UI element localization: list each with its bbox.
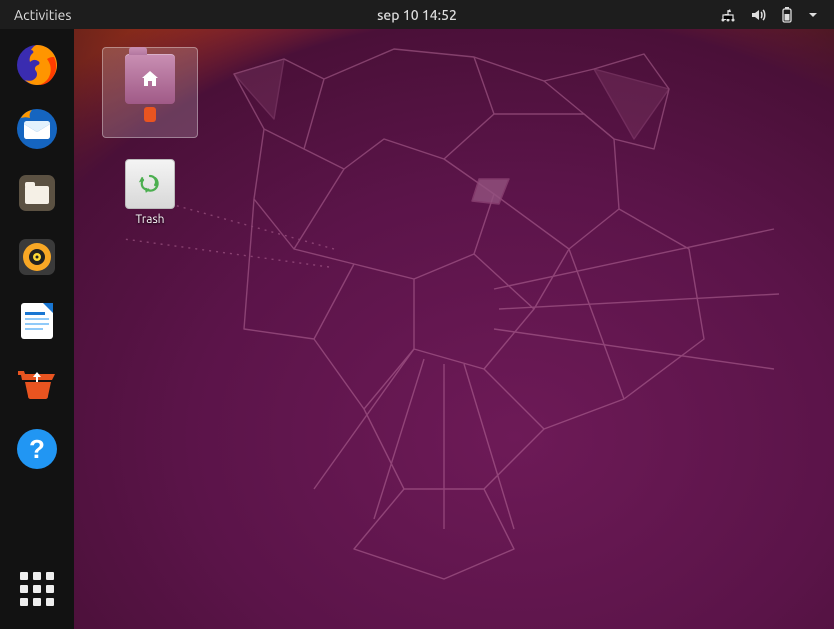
system-tray[interactable] (720, 6, 834, 24)
dock-files[interactable] (11, 167, 63, 219)
dock-libreoffice-writer[interactable] (11, 295, 63, 347)
activities-button[interactable]: Activities (0, 7, 85, 23)
show-applications-button[interactable] (11, 563, 63, 615)
desktop-icon-trash[interactable]: Trash (102, 159, 198, 226)
desktop[interactable]: Trash (74, 29, 834, 629)
wallpaper-focal-fossa (114, 29, 794, 629)
svg-text:?: ? (29, 434, 45, 464)
dropdown-caret-icon (808, 10, 818, 20)
dock-ubuntu-software[interactable] (11, 359, 63, 411)
clock[interactable]: sep 10 14:52 (377, 7, 457, 23)
volume-icon (750, 7, 766, 23)
desktop-icon-trash-label: Trash (135, 213, 164, 226)
home-folder-icon (125, 54, 175, 104)
dock: ? (0, 29, 74, 629)
desktop-icon-home[interactable] (102, 47, 198, 138)
battery-icon (780, 6, 794, 24)
dock-thunderbird[interactable] (11, 103, 63, 155)
top-bar: Activities sep 10 14:52 (0, 0, 834, 29)
dock-rhythmbox[interactable] (11, 231, 63, 283)
desktop-icon-home-label (144, 107, 156, 122)
dock-help[interactable]: ? (11, 423, 63, 475)
trash-icon (125, 159, 175, 209)
network-icon (720, 7, 736, 23)
dock-firefox[interactable] (11, 39, 63, 91)
